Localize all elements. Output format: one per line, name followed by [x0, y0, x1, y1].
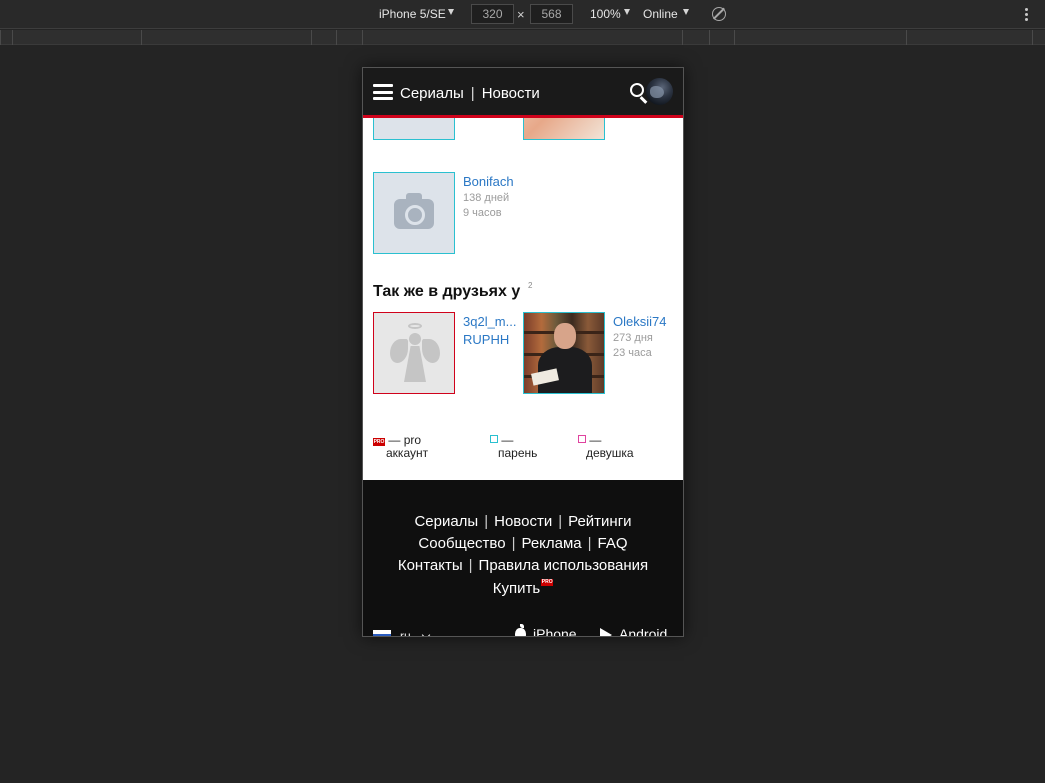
legend-female: — девушка: [578, 434, 634, 460]
footer-links-row: Контакты | Правила использования: [397, 557, 649, 574]
footer-link-faq[interactable]: FAQ: [598, 535, 628, 552]
legend-label: девушка: [586, 446, 634, 460]
legend-label: парень: [498, 446, 538, 460]
device-select[interactable]: iPhone 5/SE: [379, 7, 446, 21]
network-caret-icon[interactable]: [683, 9, 689, 15]
legend-label: аккаунт: [386, 446, 429, 460]
site-footer: Сериалы | Новости | Рейтинги Сообщество | Рекл…: [363, 480, 683, 636]
more-options-icon[interactable]: [1025, 8, 1028, 23]
nav-link-series[interactable]: Сериалы: [400, 85, 464, 102]
android-app-link[interactable]: Android: [619, 626, 667, 636]
legend-dash: —: [501, 433, 514, 447]
avatar[interactable]: [646, 78, 673, 105]
section-title: Так же в друзьях у: [373, 283, 521, 300]
zoom-caret-icon[interactable]: [624, 9, 630, 15]
legend-dash: —: [589, 433, 602, 447]
site-header: Сериалы | Новости: [363, 68, 683, 118]
legend-male: — парень: [490, 434, 537, 460]
friend-thumb-3q2l[interactable]: [373, 312, 455, 394]
friend-meta: 9 часов: [463, 207, 502, 219]
male-square-icon: [490, 435, 498, 443]
chevron-down-icon[interactable]: [421, 630, 431, 636]
friend-meta: 23 часа: [613, 347, 652, 359]
width-input[interactable]: 320: [471, 4, 514, 24]
friend-name[interactable]: Oleksii74: [613, 314, 666, 329]
footer-link-community[interactable]: Сообщество: [418, 535, 505, 552]
apple-icon[interactable]: [515, 624, 526, 636]
dimension-separator: ×: [517, 7, 525, 22]
footer-links-row: Сериалы | Новости | Рейтинги: [414, 513, 632, 530]
footer-link-terms[interactable]: Правила использования: [479, 557, 649, 574]
footer-link-series[interactable]: Сериалы: [414, 513, 478, 530]
friend-meta: 138 дней: [463, 192, 510, 204]
friend-thumb-bonifach[interactable]: [373, 172, 455, 254]
zoom-select[interactable]: 100%: [590, 7, 621, 21]
friend-name[interactable]: 3q2l_m...: [463, 314, 516, 329]
footer-link-ads[interactable]: Реклама: [521, 535, 581, 552]
pro-badge-icon: PRO: [541, 579, 554, 586]
footer-link-news[interactable]: Новости: [494, 513, 552, 530]
friend-thumb-oleksii74[interactable]: [523, 312, 605, 394]
search-icon[interactable]: [630, 83, 644, 97]
header-nav: Сериалы | Новости: [400, 85, 540, 102]
angel-placeholder-icon: [374, 313, 454, 393]
device-viewport: Bonifach 138 дней 9 часов Так же в друзь…: [362, 67, 684, 637]
rotate-icon[interactable]: [712, 7, 726, 21]
footer-link-buy[interactable]: Купить: [493, 580, 540, 597]
footer-link-ratings[interactable]: Рейтинги: [568, 513, 631, 530]
section-count: 2: [528, 281, 533, 290]
hamburger-menu-icon[interactable]: [373, 84, 393, 100]
media-query-ruler[interactable]: [0, 30, 1045, 45]
network-throttle-select[interactable]: Online: [643, 7, 678, 21]
camera-placeholder-icon: [394, 193, 434, 229]
friend-meta: 273 дня: [613, 332, 653, 344]
legend-dash: —: [388, 433, 401, 447]
language-select[interactable]: ru: [400, 629, 411, 636]
nav-link-news[interactable]: Новости: [482, 85, 540, 102]
google-play-icon[interactable]: [600, 628, 612, 636]
footer-link-contacts[interactable]: Контакты: [398, 557, 463, 574]
profile-photo: [524, 313, 604, 393]
device-caret-icon[interactable]: [448, 9, 454, 15]
footer-links-row: Сообщество | Реклама | FAQ: [418, 535, 628, 552]
friend-name[interactable]: Bonifach: [463, 174, 514, 189]
devtools-toolbar: iPhone 5/SE 320 × 568 100% Online: [0, 0, 1045, 29]
legend-pro: PRO — pro аккаунт: [373, 434, 428, 460]
footer-buy-row: Купить PRO: [363, 579, 683, 597]
pro-badge-icon: PRO: [373, 438, 385, 446]
iphone-app-link[interactable]: iPhone: [533, 626, 577, 636]
female-square-icon: [578, 435, 586, 443]
footer-bottom-bar: ru iPhone Android: [363, 624, 683, 636]
legend-pro-word: pro: [403, 433, 422, 447]
friend-name-alt[interactable]: RUPHH: [463, 332, 509, 347]
russia-flag-icon[interactable]: [373, 630, 391, 636]
height-input[interactable]: 568: [530, 4, 573, 24]
